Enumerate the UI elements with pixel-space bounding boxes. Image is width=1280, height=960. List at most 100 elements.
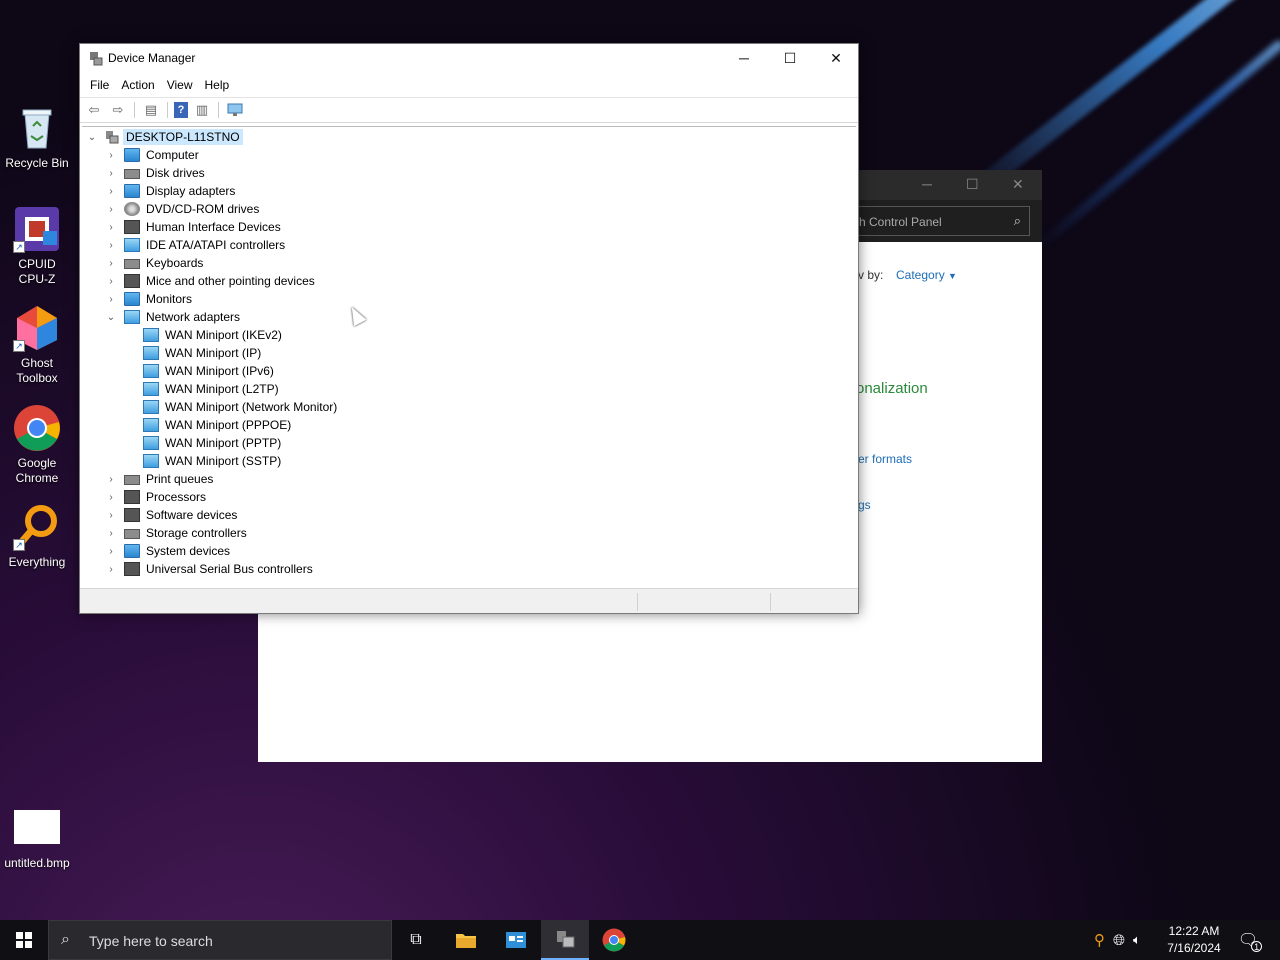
storage-controller-icon	[124, 529, 140, 539]
update-driver-icon[interactable]: ▥	[192, 101, 212, 119]
network-globe-icon[interactable]: 🌐︎	[1113, 932, 1125, 949]
tree-device-wan-miniport[interactable]: WAN Miniport (PPTP)	[82, 434, 856, 452]
link-settings[interactable]: gs	[858, 498, 871, 512]
display-adapter-icon	[124, 184, 140, 198]
tree-device-wan-miniport[interactable]: WAN Miniport (SSTP)	[82, 452, 856, 470]
clock-time: 12:22 AM	[1168, 924, 1220, 938]
dvd-drive-icon	[124, 202, 140, 216]
tree-device-wan-miniport[interactable]: WAN Miniport (L2TP)	[82, 380, 856, 398]
desktop-icon-label: untitled.bmp	[4, 856, 70, 870]
control-panel-search-input[interactable]: ch Control Panel ⌕	[846, 206, 1030, 236]
chevron-right-icon: ›	[109, 473, 113, 485]
menu-help[interactable]: Help	[199, 78, 236, 92]
tree-category-software-devices[interactable]: › Software devices	[82, 506, 856, 524]
tree-device-wan-miniport[interactable]: WAN Miniport (IKEv2)	[82, 326, 856, 344]
network-adapter-icon	[143, 328, 159, 342]
chevron-right-icon: ›	[109, 149, 113, 161]
device-manager-app-icon	[88, 50, 104, 69]
category-label: Storage controllers	[146, 526, 247, 540]
monitor-icon	[124, 292, 140, 306]
tree-category-computer[interactable]: › Computer	[82, 146, 856, 164]
view-by-dropdown[interactable]: Category ▼	[896, 268, 957, 282]
tree-root[interactable]: ⌄ DESKTOP-L11STNO	[82, 128, 856, 146]
desktop-icon-label: Everything	[8, 555, 66, 569]
chevron-right-icon: ›	[109, 293, 113, 305]
close-icon[interactable]: ✕	[1012, 176, 1024, 193]
category-label: Processors	[146, 490, 207, 504]
category-label: Monitors	[146, 292, 193, 306]
desktop-icon-recycle-bin[interactable]: Recycle Bin	[0, 104, 74, 171]
link-personalization[interactable]: onalization	[856, 380, 928, 397]
tree-device-wan-miniport[interactable]: WAN Miniport (IPv6)	[82, 362, 856, 380]
taskbar-device-manager[interactable]	[541, 920, 589, 960]
tree-category-mice[interactable]: › Mice and other pointing devices	[82, 272, 856, 290]
search-icon: ⌕	[1013, 213, 1021, 228]
toolbar-divider	[134, 102, 135, 118]
everything-tray-icon[interactable]: ⚲	[1094, 931, 1105, 949]
taskbar-clock[interactable]: 12:22 AM 7/16/2024	[1164, 923, 1224, 957]
tree-category-network-adapters[interactable]: ⌄ Network adapters	[82, 308, 856, 326]
task-view-button[interactable]: ⧉	[392, 920, 440, 960]
taskbar-control-panel[interactable]	[492, 920, 540, 960]
tree-category-human-interface-devices[interactable]: › Human Interface Devices	[82, 218, 856, 236]
desktop-icon-ghost-toolbox[interactable]: ↗ Ghost Toolbox	[0, 304, 74, 386]
network-adapter-icon	[143, 418, 159, 432]
desktop-icon-cpu-z[interactable]: ↗ CPUID CPU-Z	[0, 205, 74, 287]
tree-category-keyboards[interactable]: › Keyboards	[82, 254, 856, 272]
tree-category-print-queues[interactable]: › Print queues	[82, 470, 856, 488]
notification-count-badge: 1	[1251, 941, 1263, 952]
tree-category-display-adapters[interactable]: › Display adapters	[82, 182, 856, 200]
taskbar-chrome[interactable]	[590, 920, 638, 960]
tree-category-disk-drives[interactable]: › Disk drives	[82, 164, 856, 182]
notification-center-button[interactable]: 🗨︎ 1	[1228, 920, 1268, 960]
menu-action[interactable]: Action	[115, 78, 160, 92]
tree-device-wan-miniport[interactable]: WAN Miniport (Network Monitor)	[82, 398, 856, 416]
tree-category-ide-ata-atapi-controllers[interactable]: › IDE ATA/ATAPI controllers	[82, 236, 856, 254]
device-label: WAN Miniport (IP)	[165, 346, 262, 360]
system-tray: ⚲ 🌐︎ 🔈︎	[1094, 920, 1141, 960]
device-tree: ⌄ DESKTOP-L11STNO › Computer › Disk drives ›…	[82, 126, 856, 588]
usb-icon	[124, 562, 140, 576]
help-icon[interactable]: ?	[174, 102, 188, 118]
desktop-icon-untitled-bmp[interactable]: untitled.bmp	[0, 810, 74, 871]
tree-category-storage-controllers[interactable]: › Storage controllers	[82, 524, 856, 542]
category-label: Software devices	[146, 508, 238, 522]
task-view-icon: ⧉	[410, 931, 422, 948]
scan-hardware-icon[interactable]	[225, 101, 245, 119]
close-button[interactable]: ✕	[813, 44, 859, 73]
cpu-z-icon: ↗	[13, 205, 61, 253]
desktop-icon-google-chrome[interactable]: Google Chrome	[0, 404, 74, 486]
taskbar-file-explorer[interactable]	[442, 920, 490, 960]
maximize-button[interactable]: ☐	[767, 44, 813, 73]
forward-arrow-icon[interactable]: ⇨	[108, 101, 128, 119]
tree-device-wan-miniport[interactable]: WAN Miniport (PPPOE)	[82, 416, 856, 434]
tree-category-monitors[interactable]: › Monitors	[82, 290, 856, 308]
minimize-button[interactable]: ─	[721, 44, 767, 73]
speaker-muted-icon[interactable]: 🔈︎	[1133, 932, 1141, 948]
menu-view[interactable]: View	[161, 78, 199, 92]
tree-category-system-devices[interactable]: › System devices	[82, 542, 856, 560]
chevron-right-icon: ›	[109, 527, 113, 539]
tree-category-usb-controllers[interactable]: › Universal Serial Bus controllers	[82, 560, 856, 578]
device-manager-window[interactable]: Device Manager ─ ☐ ✕ File Action View He…	[79, 43, 859, 614]
category-label: IDE ATA/ATAPI controllers	[146, 238, 286, 252]
start-button[interactable]	[0, 920, 48, 960]
toolbar-divider	[167, 102, 168, 118]
link-formats[interactable]: er formats	[858, 452, 912, 466]
desktop-icon-label: Ghost Toolbox	[0, 356, 74, 386]
category-label: Network adapters	[146, 310, 241, 324]
network-adapter-icon	[124, 310, 140, 324]
tree-category-dvd-cd-rom-drives[interactable]: › DVD/CD-ROM drives	[82, 200, 856, 218]
tree-category-processors[interactable]: › Processors	[82, 488, 856, 506]
search-placeholder: Type here to search	[89, 933, 213, 949]
chevron-right-icon: ›	[109, 203, 113, 215]
menu-file[interactable]: File	[84, 78, 115, 92]
windows-logo-icon	[16, 932, 32, 948]
maximize-icon[interactable]: ☐	[966, 176, 979, 193]
taskbar-search-input[interactable]: ⌕ Type here to search	[48, 920, 392, 960]
desktop-icon-everything[interactable]: ↗ Everything	[0, 503, 74, 570]
minimize-icon[interactable]: ─	[922, 176, 932, 192]
tree-device-wan-miniport[interactable]: WAN Miniport (IP)	[82, 344, 856, 362]
properties-icon[interactable]: ▤	[141, 101, 161, 119]
back-arrow-icon[interactable]: ⇦	[84, 101, 104, 119]
